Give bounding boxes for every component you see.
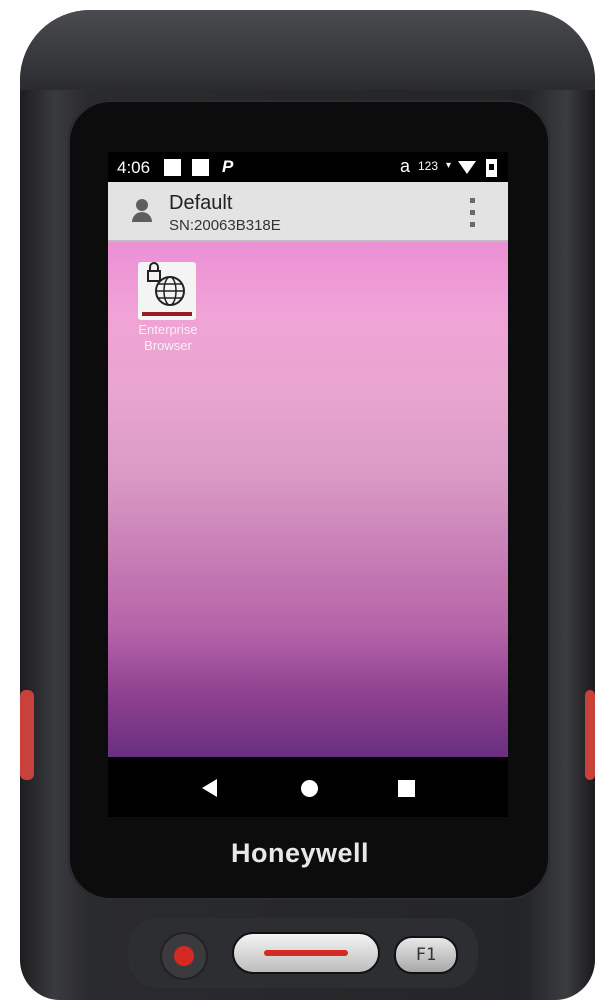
battery-icon xyxy=(486,159,497,177)
side-scan-button-left[interactable] xyxy=(20,690,34,780)
scan-trigger-button[interactable] xyxy=(232,932,380,974)
device-screen: 4:06 P a 123 ▾ Default SN:20063B318E Ent… xyxy=(108,152,508,817)
profile-serial: SN:20063B318E xyxy=(169,217,281,234)
brand-logo: Honeywell xyxy=(230,838,370,868)
home-icon[interactable] xyxy=(301,780,318,797)
wifi-icon xyxy=(458,161,476,174)
f1-button[interactable]: F1 xyxy=(394,936,458,974)
keyboard-mode-a: a xyxy=(400,156,411,176)
keyboard-mode-numbers: 123 xyxy=(418,159,439,173)
square-notification-icon xyxy=(164,159,181,176)
more-vert-icon[interactable] xyxy=(464,196,480,230)
side-scan-button-right[interactable] xyxy=(585,690,595,780)
profile-title: Default xyxy=(169,192,233,214)
navigation-bar xyxy=(108,757,508,817)
back-icon[interactable] xyxy=(202,779,217,797)
app-label[interactable]: Enterprise Browser xyxy=(122,322,214,354)
data-indicator: ▾ xyxy=(446,160,452,171)
status-time: 4:06 xyxy=(117,158,151,177)
recents-icon[interactable] xyxy=(398,780,415,797)
enterprise-browser-app-icon[interactable] xyxy=(138,262,196,320)
power-button[interactable] xyxy=(160,932,208,980)
profile-bar[interactable]: Default SN:20063B318E xyxy=(108,182,508,242)
device-top-cap xyxy=(20,10,595,90)
p-notification-icon: P xyxy=(222,157,234,176)
square-notification-icon xyxy=(192,159,209,176)
status-bar: 4:06 P a 123 ▾ xyxy=(108,152,508,182)
person-icon xyxy=(130,199,154,225)
